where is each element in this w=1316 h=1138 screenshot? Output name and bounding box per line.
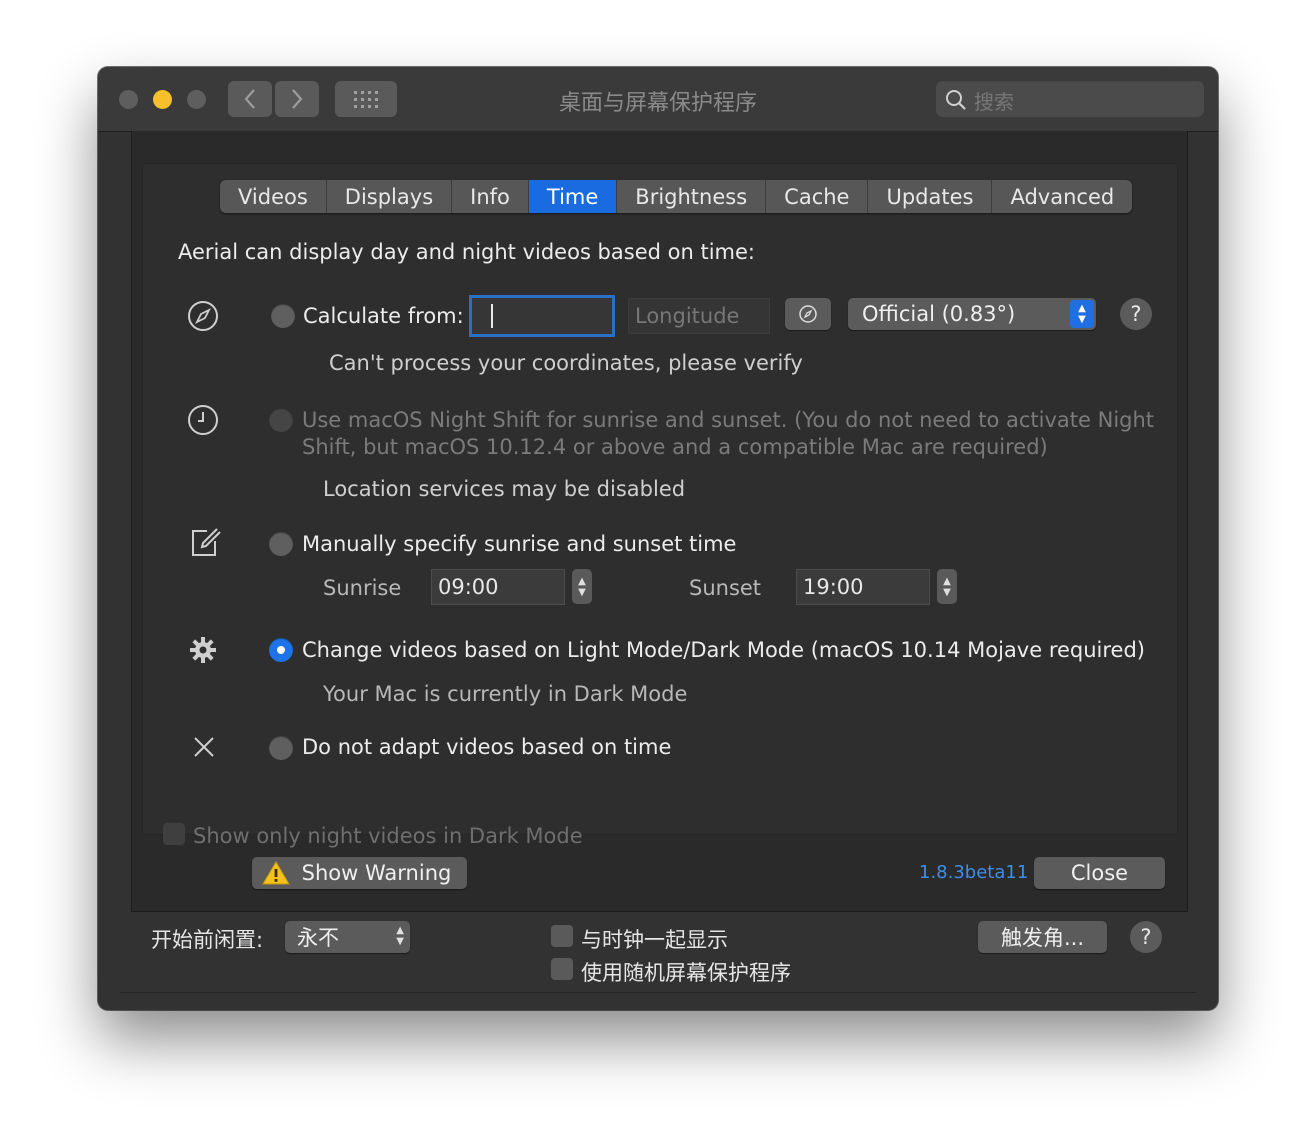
tab-time[interactable]: Time — [528, 180, 618, 213]
dark-mode-status: Your Mac is currently in Dark Mode — [323, 682, 688, 706]
calculate-status: Can't process your coordinates, please v… — [329, 351, 803, 375]
radio-night-shift[interactable] — [269, 408, 293, 432]
sunrise-value: 09:00 — [438, 575, 499, 599]
random-saver-label: 使用随机屏幕保护程序 — [581, 961, 791, 985]
close-button[interactable]: Close — [1034, 857, 1165, 889]
select-arrows-icon: ▲ ▼ — [1070, 300, 1094, 328]
calculate-label: Calculate from: — [303, 304, 464, 328]
manual-label: Manually specify sunrise and sunset time — [302, 532, 737, 556]
night-only-checkbox[interactable] — [163, 823, 185, 845]
show-warning-button[interactable]: Show Warning — [252, 857, 467, 889]
hot-corners-button[interactable]: 触发角... — [978, 921, 1107, 953]
night-only-label: Show only night videos in Dark Mode — [193, 824, 583, 848]
sunrise-stepper[interactable]: ▲ ▼ — [572, 569, 592, 604]
bottom-divider — [120, 992, 1196, 993]
sunrise-label: Sunrise — [323, 576, 402, 600]
radio-calculate[interactable] — [271, 304, 295, 328]
radio-manual[interactable] — [269, 532, 293, 556]
sunrise-input[interactable]: 09:00 — [431, 569, 565, 605]
sunset-stepper[interactable]: ▲ ▼ — [937, 569, 957, 604]
show-clock-label: 与时钟一起显示 — [581, 928, 728, 952]
tab-videos[interactable]: Videos — [220, 180, 327, 213]
night-shift-label-line1: Use macOS Night Shift for sunrise and su… — [302, 408, 1155, 432]
intro-text: Aerial can display day and night videos … — [178, 240, 755, 264]
tab-view: Videos Displays Info Time Brightness Cac… — [142, 163, 1178, 848]
show-clock-checkbox[interactable] — [551, 925, 573, 947]
sunset-value: 19:00 — [803, 575, 864, 599]
night-shift-status: Location services may be disabled — [323, 477, 686, 501]
radio-dark-mode[interactable] — [269, 638, 293, 662]
help-button-calculate[interactable]: ? — [1120, 298, 1152, 330]
calculation-mode-value: Official (0.83°) — [862, 302, 1016, 326]
random-saver-checkbox[interactable] — [551, 958, 573, 980]
preferences-window: 桌面与屏幕保护程序 搜索 Videos Displays Info Time B… — [98, 67, 1218, 1010]
show-warning-label: Show Warning — [301, 861, 452, 885]
calculation-mode-select[interactable]: Official (0.83°) ▲ ▼ — [848, 298, 1096, 330]
warning-icon — [262, 861, 290, 885]
idle-label: 开始前闲置: — [151, 928, 264, 952]
gear-icon — [190, 637, 216, 663]
tab-bar: Videos Displays Info Time Brightness Cac… — [220, 180, 1133, 213]
compass-small-icon — [799, 305, 817, 323]
tab-advanced[interactable]: Advanced — [992, 180, 1132, 213]
sunset-input[interactable]: 19:00 — [796, 569, 930, 605]
version-link[interactable]: 1.8.3beta11 — [919, 862, 1028, 883]
radio-no-adapt[interactable] — [269, 736, 293, 760]
aerial-preferences-sheet: Videos Displays Info Time Brightness Cac… — [131, 131, 1188, 912]
help-button[interactable]: ? — [1130, 921, 1162, 953]
search-placeholder: 搜索 — [974, 90, 1014, 114]
edit-icon — [192, 528, 221, 556]
tab-displays[interactable]: Displays — [327, 180, 453, 213]
tab-info[interactable]: Info — [452, 180, 529, 213]
clock-icon — [188, 405, 218, 435]
tab-cache[interactable]: Cache — [766, 180, 869, 213]
select-arrows-icon: ▲ ▼ — [396, 925, 404, 947]
longitude-placeholder: Longitude — [635, 304, 740, 328]
compass-icon — [188, 301, 218, 331]
idle-select[interactable]: 永不 ▲ ▼ — [285, 921, 410, 953]
search-field[interactable]: 搜索 — [936, 81, 1204, 117]
search-icon — [946, 90, 966, 110]
night-shift-label-line2: Shift, but macOS 10.12.4 or above and a … — [302, 435, 1048, 459]
locate-button[interactable] — [785, 298, 831, 330]
latitude-input[interactable] — [469, 295, 615, 337]
sunset-label: Sunset — [689, 576, 762, 600]
longitude-input[interactable]: Longitude — [628, 298, 770, 334]
close-icon — [194, 737, 214, 757]
tab-brightness[interactable]: Brightness — [617, 180, 767, 213]
idle-value: 永不 — [297, 926, 339, 950]
title-bar: 桌面与屏幕保护程序 搜索 — [98, 67, 1218, 132]
dark-mode-label: Change videos based on Light Mode/Dark M… — [302, 638, 1145, 662]
tab-updates[interactable]: Updates — [868, 180, 993, 213]
no-adapt-label: Do not adapt videos based on time — [302, 735, 672, 759]
